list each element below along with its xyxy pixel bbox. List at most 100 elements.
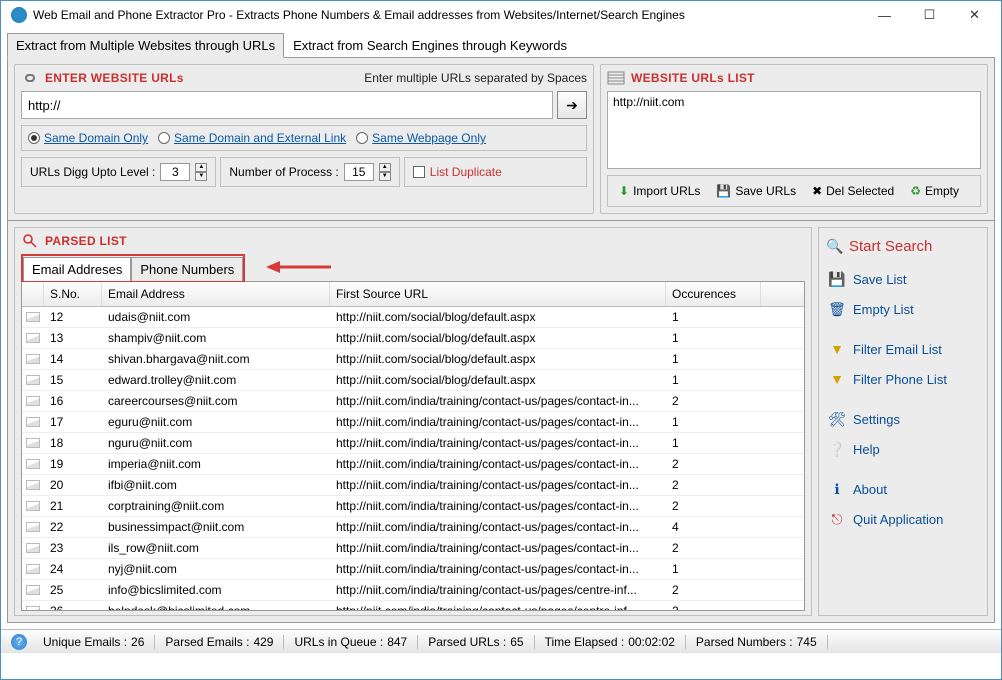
digg-level-input[interactable] <box>160 163 190 181</box>
table-row[interactable]: 25info@bicslimited.comhttp://niit.com/in… <box>22 580 804 601</box>
parsed-icon <box>21 232 39 250</box>
recycle-icon: ♻ <box>910 184 921 198</box>
del-selected-button[interactable]: ✖Del Selected <box>805 180 901 202</box>
status-parsed-numbers: Parsed Numbers :745 <box>686 635 828 649</box>
table-row[interactable]: 24nyj@niit.comhttp://niit.com/india/trai… <box>22 559 804 580</box>
envelope-icon <box>22 349 44 369</box>
envelope-icon <box>22 454 44 474</box>
save-urls-button[interactable]: 💾Save URLs <box>709 180 803 202</box>
envelope-icon <box>22 475 44 495</box>
table-row[interactable]: 22businessimpact@niit.comhttp://niit.com… <box>22 517 804 538</box>
quit-button[interactable]: ⎋Quit Application <box>825 505 981 533</box>
envelope-icon <box>22 517 44 537</box>
url-input[interactable] <box>21 91 553 119</box>
list-duplicate-box[interactable]: List Duplicate <box>404 157 587 187</box>
parsed-panel: PARSED LIST Email Addreses Phone Numbers… <box>14 227 812 616</box>
envelope-icon <box>22 412 44 432</box>
col-url[interactable]: First Source URL <box>330 282 666 306</box>
empty-list-button[interactable]: 🗑Empty List <box>825 295 981 323</box>
help-icon: ❔ <box>829 441 845 457</box>
process-input[interactable] <box>344 163 374 181</box>
table-row[interactable]: 19imperia@niit.comhttp://niit.com/india/… <box>22 454 804 475</box>
empty-icon: 🗑 <box>829 301 845 317</box>
titlebar: Web Email and Phone Extractor Pro - Extr… <box>1 1 1001 29</box>
parsed-title: PARSED LIST <box>45 234 127 248</box>
tab-extract-urls[interactable]: Extract from Multiple Websites through U… <box>7 33 284 58</box>
table-row[interactable]: 12udais@niit.comhttp://niit.com/social/b… <box>22 307 804 328</box>
tools-icon: 🛠 <box>829 411 845 427</box>
envelope-icon <box>22 391 44 411</box>
delete-icon: ✖ <box>812 184 822 198</box>
envelope-icon <box>22 580 44 600</box>
status-unique-emails: Unique Emails :26 <box>33 635 155 649</box>
urls-list-box[interactable]: http://niit.com <box>607 91 981 169</box>
status-help-icon[interactable]: ? <box>11 634 27 650</box>
radio-same-webpage-only[interactable]: Same Webpage Only <box>356 131 486 145</box>
table-row[interactable]: 26helpdesk@bicslimited.comhttp://niit.co… <box>22 601 804 610</box>
digg-level-box: URLs Digg Upto Level : ▲▼ <box>21 157 216 187</box>
table-row[interactable]: 16careercourses@niit.comhttp://niit.com/… <box>22 391 804 412</box>
minimize-button[interactable]: — <box>862 1 907 29</box>
filter-phone-button[interactable]: ▼Filter Phone List <box>825 365 981 393</box>
envelope-icon <box>22 328 44 348</box>
go-button[interactable]: ➔ <box>557 91 587 119</box>
digg-spinner[interactable]: ▲▼ <box>195 163 207 181</box>
envelope-icon <box>22 538 44 558</box>
enter-urls-subtitle: Enter multiple URLs separated by Spaces <box>364 71 587 85</box>
tab-extract-search[interactable]: Extract from Search Engines through Keyw… <box>284 33 576 58</box>
empty-button[interactable]: ♻Empty <box>903 180 966 202</box>
table-row[interactable]: 21corptraining@niit.comhttp://niit.com/i… <box>22 496 804 517</box>
envelope-icon <box>22 307 44 327</box>
urls-list-panel: WEBSITE URLs LIST http://niit.com ⬇Impor… <box>600 64 988 214</box>
process-count-box: Number of Process : ▲▼ <box>220 157 399 187</box>
window-title: Web Email and Phone Extractor Pro - Extr… <box>33 8 862 22</box>
import-icon: ⬇ <box>619 184 629 198</box>
process-spinner[interactable]: ▲▼ <box>379 163 391 181</box>
maximize-button[interactable]: ☐ <box>907 1 952 29</box>
envelope-icon <box>22 496 44 516</box>
save-list-button[interactable]: 💾Save List <box>825 265 981 293</box>
table-row[interactable]: 23ils_row@niit.comhttp://niit.com/india/… <box>22 538 804 559</box>
tab-phone-numbers[interactable]: Phone Numbers <box>131 257 243 281</box>
app-icon <box>11 7 27 23</box>
urls-list-title: WEBSITE URLs LIST <box>631 71 755 85</box>
callout-arrow-icon <box>266 252 336 282</box>
link-icon <box>21 69 39 87</box>
envelope-icon <box>22 433 44 453</box>
about-button[interactable]: ℹAbout <box>825 475 981 503</box>
side-actions: 🔍 Start Search 💾Save List 🗑Empty List ▼F… <box>818 227 988 616</box>
status-time-elapsed: Time Elapsed :00:02:02 <box>535 635 686 649</box>
col-email[interactable]: Email Address <box>102 282 330 306</box>
help-button[interactable]: ❔Help <box>825 435 981 463</box>
results-grid: S.No. Email Address First Source URL Occ… <box>21 281 805 611</box>
col-sno[interactable]: S.No. <box>44 282 102 306</box>
settings-button[interactable]: 🛠Settings <box>825 405 981 433</box>
info-icon: ℹ <box>829 481 845 497</box>
search-icon: 🔍 <box>827 239 843 255</box>
exit-icon: ⎋ <box>829 511 845 527</box>
envelope-icon <box>22 601 44 610</box>
statusbar: ? Unique Emails :26 Parsed Emails :429 U… <box>1 629 1001 653</box>
list-duplicate-checkbox[interactable] <box>413 166 425 178</box>
table-row[interactable]: 14shivan.bhargava@niit.comhttp://niit.co… <box>22 349 804 370</box>
table-row[interactable]: 20ifbi@niit.comhttp://niit.com/india/tra… <box>22 475 804 496</box>
arrow-right-icon: ➔ <box>566 97 578 114</box>
radio-same-domain-external[interactable]: Same Domain and External Link <box>158 131 346 145</box>
import-urls-button[interactable]: ⬇Import URLs <box>612 180 707 202</box>
status-parsed-urls: Parsed URLs :65 <box>418 635 534 649</box>
table-row[interactable]: 15edward.trolley@niit.comhttp://niit.com… <box>22 370 804 391</box>
table-row[interactable]: 17eguru@niit.comhttp://niit.com/india/tr… <box>22 412 804 433</box>
list-item[interactable]: http://niit.com <box>613 95 975 109</box>
funnel-icon: ▼ <box>829 341 845 357</box>
save-icon: 💾 <box>716 184 731 198</box>
funnel-icon: ▼ <box>829 371 845 387</box>
close-button[interactable]: ✕ <box>952 1 997 29</box>
table-row[interactable]: 13shampiv@niit.comhttp://niit.com/social… <box>22 328 804 349</box>
col-occ[interactable]: Occurences <box>666 282 761 306</box>
filter-email-button[interactable]: ▼Filter Email List <box>825 335 981 363</box>
start-search-button[interactable]: 🔍 Start Search <box>825 234 981 263</box>
table-row[interactable]: 18nguru@niit.comhttp://niit.com/india/tr… <box>22 433 804 454</box>
tab-email-addresses[interactable]: Email Addreses <box>23 257 131 281</box>
radio-same-domain-only[interactable]: Same Domain Only <box>28 131 148 145</box>
grid-header: S.No. Email Address First Source URL Occ… <box>22 282 804 307</box>
